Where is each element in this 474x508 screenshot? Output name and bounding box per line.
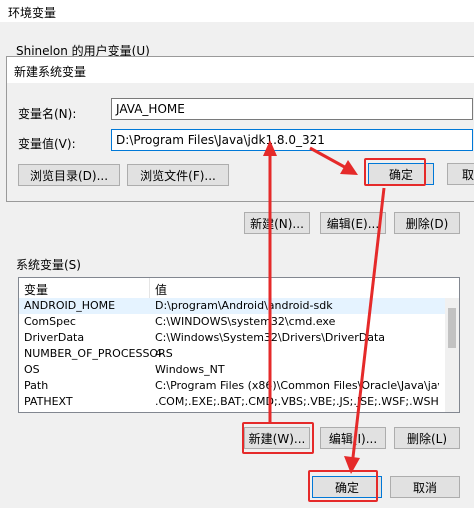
system-variables-table[interactable]: 变量 值 ANDROID_HOME D:\program\Android\and… <box>18 277 460 413</box>
row-variable-value: 4 <box>155 347 162 360</box>
table-row[interactable]: NUMBER_OF_PROCESSORS 4 <box>19 346 445 362</box>
variable-value-input[interactable]: D:\Program Files\Java\jdk1.8.0_321 <box>111 129 473 151</box>
browse-file-button[interactable]: 浏览文件(F)... <box>127 164 229 186</box>
row-variable-value: C:\Program Files (x86)\Common Files\Orac… <box>155 379 439 392</box>
user-new-button[interactable]: 新建(N)... <box>244 212 310 234</box>
dialog-title: 新建系统变量 <box>14 65 87 79</box>
table-row[interactable]: ANDROID_HOME D:\program\Android\android-… <box>19 298 445 314</box>
row-variable-name: PATHEXT <box>24 395 73 408</box>
row-variable-name: Path <box>24 379 49 392</box>
row-variable-value: D:\program\Android\android-sdk <box>155 299 333 312</box>
table-row[interactable]: DriverData C:\Windows\System32\Drivers\D… <box>19 330 445 346</box>
variable-value-label: 变量值(V): <box>18 137 76 151</box>
table-row[interactable]: Path C:\Program Files (x86)\Common Files… <box>19 378 445 394</box>
row-variable-value: Windows_NT <box>155 363 225 376</box>
column-divider[interactable] <box>149 278 150 298</box>
row-variable-name: OS <box>24 363 40 376</box>
row-variable-name: ComSpec <box>24 315 76 328</box>
row-variable-value: .COM;.EXE;.BAT;.CMD;.VBS;.VBE;.JS;.JSE;.… <box>155 395 439 408</box>
table-row[interactable]: OS Windows_NT <box>19 362 445 378</box>
user-delete-button[interactable]: 删除(D) <box>394 212 460 234</box>
variable-name-input[interactable]: JAVA_HOME <box>111 98 473 120</box>
dialog-cancel-button[interactable]: 取 <box>447 163 474 185</box>
row-variable-value: C:\Windows\System32\Drivers\DriverData <box>155 331 386 344</box>
table-row[interactable]: ComSpec C:\WINDOWS\system32\cmd.exe <box>19 314 445 330</box>
column-header-value[interactable]: 值 <box>155 281 167 298</box>
variable-name-label: 变量名(N): <box>18 107 77 121</box>
dialog-title-bar: 新建系统变量 <box>7 57 474 83</box>
highlight-main-ok <box>308 470 378 502</box>
row-variable-name: DriverData <box>24 331 85 344</box>
highlight-dialog-ok <box>364 158 426 186</box>
window-title-bar: 环境变量 <box>0 0 474 22</box>
system-variables-label: 系统变量(S) <box>16 258 81 272</box>
column-header-variable[interactable]: 变量 <box>24 281 48 298</box>
browse-directory-button[interactable]: 浏览目录(D)... <box>18 164 120 186</box>
table-scrollbar[interactable] <box>445 298 459 412</box>
user-edit-button[interactable]: 编辑(E)... <box>320 212 386 234</box>
system-delete-button[interactable]: 删除(L) <box>394 427 460 449</box>
system-edit-button[interactable]: 编辑(I)... <box>320 427 386 449</box>
scrollbar-thumb[interactable] <box>448 308 456 348</box>
highlight-system-new <box>242 422 314 454</box>
main-cancel-button[interactable]: 取消 <box>390 476 460 498</box>
row-variable-name: ANDROID_HOME <box>24 299 116 312</box>
row-variable-value: C:\WINDOWS\system32\cmd.exe <box>155 315 336 328</box>
table-row[interactable]: PATHEXT .COM;.EXE;.BAT;.CMD;.VBS;.VBE;.J… <box>19 394 445 410</box>
row-variable-name: NUMBER_OF_PROCESSORS <box>24 347 173 360</box>
window-title: 环境变量 <box>8 6 57 20</box>
table-header: 变量 值 <box>19 278 459 299</box>
